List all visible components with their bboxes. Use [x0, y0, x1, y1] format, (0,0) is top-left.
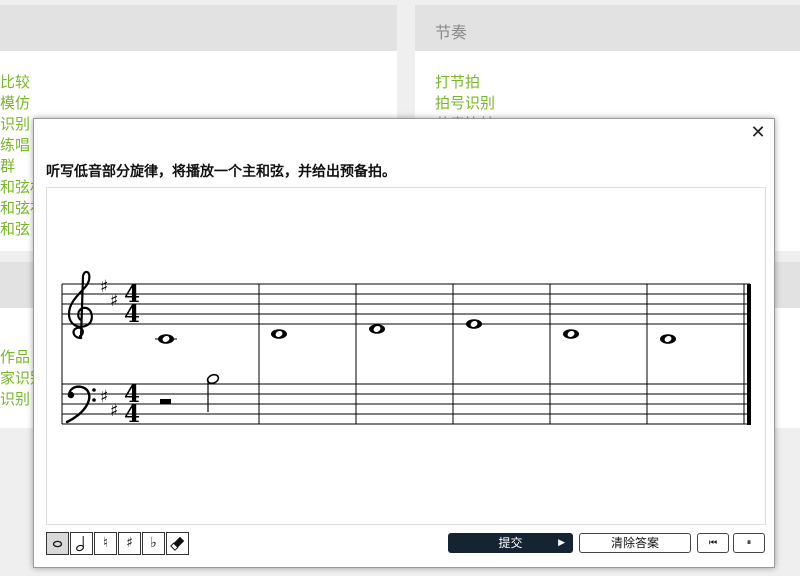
submit-button[interactable]: 提交 ▶ — [448, 533, 573, 553]
close-icon[interactable]: ✕ — [748, 123, 768, 143]
link-item[interactable]: 和弦 — [0, 219, 30, 239]
rhythm-title: 节奏 — [435, 23, 468, 42]
play-arrow-icon: ▶ — [558, 538, 565, 548]
link-item[interactable]: 作品 — [0, 347, 30, 367]
link-item[interactable]: 识别 — [0, 389, 30, 409]
whole-note-tool[interactable] — [46, 532, 69, 555]
instruction-text: 听写低音部分旋律，将播放一个主和弦，并给出预备拍。 — [46, 164, 396, 180]
treble-key-signature: ♯ ♯ — [100, 277, 118, 311]
link-item[interactable]: 练唱 — [0, 135, 30, 155]
whole-note[interactable] — [466, 319, 482, 329]
clear-answer-button[interactable]: 清除答案 — [579, 533, 691, 553]
whole-note[interactable] — [660, 334, 676, 344]
svg-text:♯: ♯ — [100, 277, 108, 297]
final-barline — [747, 284, 751, 425]
submit-label: 提交 — [498, 536, 523, 550]
left-card-header — [0, 5, 397, 51]
svg-text:♯: ♯ — [100, 387, 108, 407]
rewind-icon: ⏮ — [708, 538, 718, 548]
treble-notes — [155, 319, 676, 344]
whole-note[interactable] — [563, 329, 579, 339]
svg-text:♯: ♯ — [110, 291, 118, 311]
pause-button[interactable]: ⏸ — [733, 533, 765, 553]
half-note-tool[interactable] — [70, 532, 93, 555]
treble-time-signature: 4 4 — [124, 281, 140, 328]
eraser-icon — [170, 536, 185, 551]
link-item[interactable]: 打节拍 — [435, 72, 480, 92]
dictation-modal: ✕ 听写低音部分旋律，将播放一个主和弦，并给出预备拍。 ♯ ♯ ♯ ♯ 4 4 … — [33, 118, 775, 568]
treble-clef-icon — [67, 270, 93, 340]
whole-note[interactable] — [369, 324, 385, 334]
link-item[interactable]: 比较 — [0, 72, 30, 92]
whole-note-icon — [52, 540, 63, 548]
rewind-button[interactable]: ⏮ — [697, 533, 729, 553]
eraser-tool[interactable] — [166, 532, 189, 555]
half-rest — [160, 399, 171, 404]
svg-text:4: 4 — [124, 401, 140, 428]
bass-time-signature: 4 4 — [124, 381, 140, 428]
whole-note[interactable] — [158, 334, 174, 344]
sharp-icon[interactable]: ♯ — [118, 532, 141, 555]
music-staff[interactable]: ♯ ♯ ♯ ♯ 4 4 4 4 — [47, 188, 767, 526]
right-card-header: 节奏 — [415, 5, 800, 51]
link-item[interactable]: 拍号识别 — [435, 93, 495, 113]
pause-icon: ⏸ — [746, 538, 752, 548]
link-item[interactable]: 识别 — [0, 114, 30, 134]
svg-text:4: 4 — [124, 301, 140, 328]
link-item[interactable]: 模仿 — [0, 93, 30, 113]
score-area[interactable]: ♯ ♯ ♯ ♯ 4 4 4 4 — [46, 187, 766, 525]
natural-icon[interactable]: ♮ — [94, 532, 117, 555]
whole-note[interactable] — [271, 329, 287, 339]
half-note[interactable] — [206, 373, 220, 412]
flat-icon[interactable]: ♭ — [142, 532, 165, 555]
bass-key-signature: ♯ ♯ — [100, 387, 118, 421]
half-note-icon — [76, 536, 84, 552]
link-item[interactable]: 群 — [0, 156, 15, 176]
svg-text:♯: ♯ — [110, 401, 118, 421]
